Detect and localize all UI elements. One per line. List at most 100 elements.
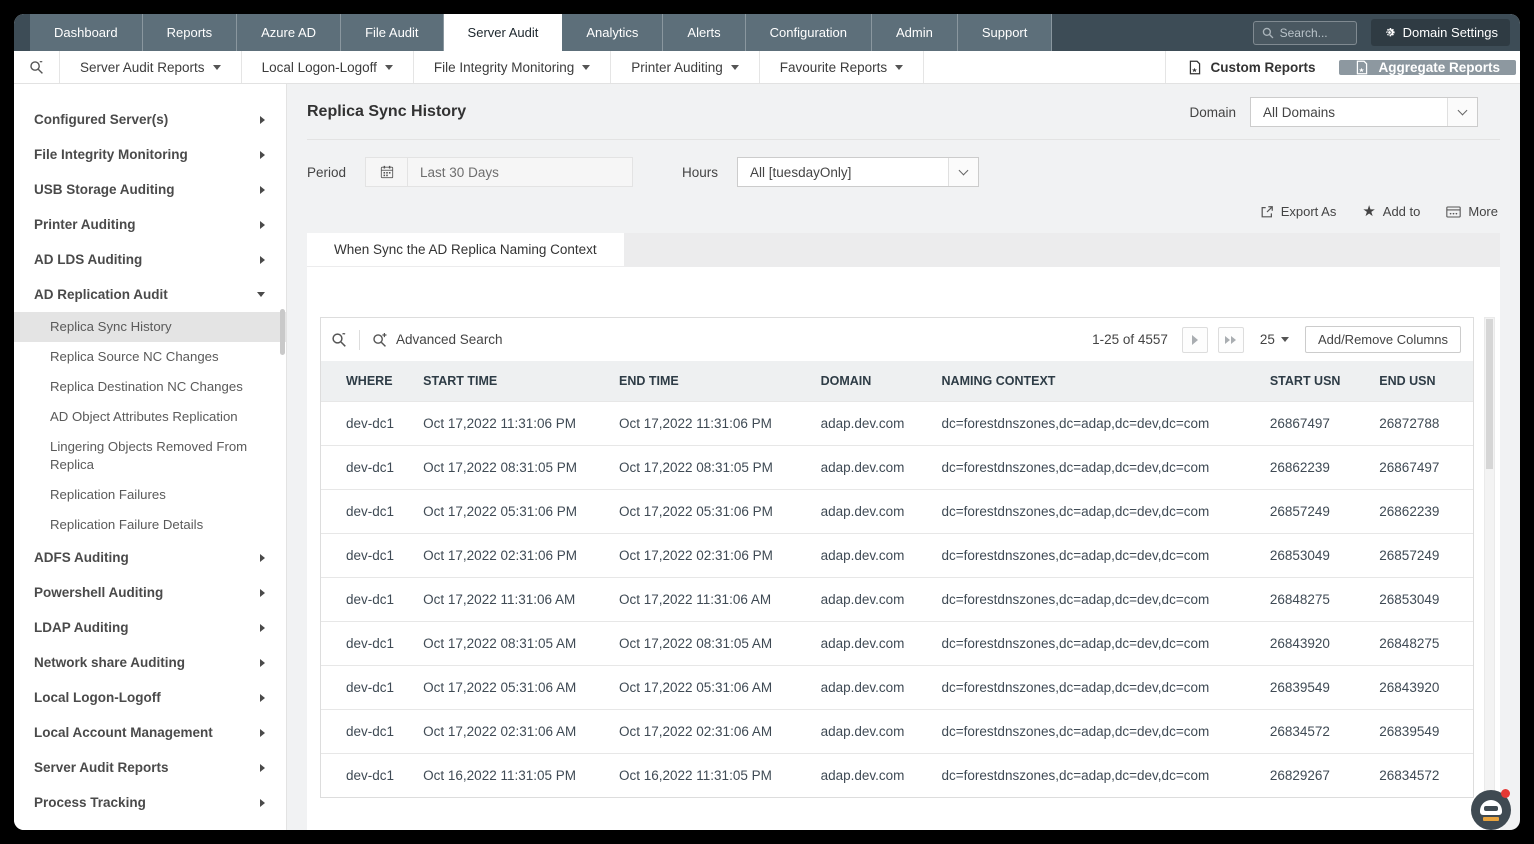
table-row[interactable]: dev-dc1Oct 16,2022 11:31:05 PMOct 16,202… (321, 754, 1473, 798)
sidebar-item-file-integrity-monitoring[interactable]: File Integrity Monitoring (14, 137, 286, 172)
nav-tab-configuration[interactable]: Configuration (746, 14, 872, 51)
table-row[interactable]: dev-dc1Oct 17,2022 02:31:06 PMOct 17,202… (321, 534, 1473, 578)
sidebar-subitem-ad-object-attributes-replication[interactable]: AD Object Attributes Replication (14, 402, 286, 432)
table-scrollbar[interactable] (1484, 317, 1495, 818)
sidebar-item-local-logon-logoff[interactable]: Local Logon-Logoff (14, 680, 286, 715)
hours-select-value: All [tuesdayOnly] (738, 165, 863, 180)
toolbar-menu-server-audit-reports[interactable]: Server Audit Reports (60, 51, 242, 83)
sidebar-item-ldap-auditing[interactable]: LDAP Auditing (14, 610, 286, 645)
nav-tab-dashboard[interactable]: Dashboard (30, 14, 143, 51)
nav-tab-file-audit[interactable]: File Audit (341, 14, 443, 51)
page-size-select[interactable]: 25 (1260, 332, 1289, 347)
nav-tab-azure-ad[interactable]: Azure AD (237, 14, 341, 51)
cell-end-usn: 26853049 (1369, 578, 1473, 622)
nav-tab-server-audit[interactable]: Server Audit (444, 14, 563, 51)
sidebar-item-ad-replication-audit[interactable]: AD Replication Audit (14, 277, 286, 312)
filter-row: Period Last 30 Days Hours All [tuesdayOn… (307, 157, 1500, 187)
sidebar-subitem-replica-destination-nc-changes[interactable]: Replica Destination NC Changes (14, 372, 286, 402)
sidebar-subitem-replication-failure-details[interactable]: Replication Failure Details (14, 510, 286, 540)
nav-tab-support[interactable]: Support (958, 14, 1053, 51)
toolbar-menu-printer-auditing[interactable]: Printer Auditing (611, 51, 760, 83)
sidebar-item-adfs-auditing[interactable]: ADFS Auditing (14, 540, 286, 575)
nav-tab-reports[interactable]: Reports (143, 14, 238, 51)
cell-start-usn: 26834572 (1260, 710, 1369, 754)
cell-where: dev-dc1 (321, 490, 413, 534)
table-row[interactable]: dev-dc1Oct 17,2022 08:31:05 PMOct 17,202… (321, 446, 1473, 490)
caret-right-icon (260, 729, 265, 737)
cell-end-time: Oct 16,2022 11:31:05 PM (609, 754, 811, 798)
last-page-button[interactable] (1218, 327, 1244, 353)
table-search-icon[interactable] (331, 332, 347, 348)
sidebar-item-usb-storage-auditing[interactable]: USB Storage Auditing (14, 172, 286, 207)
sidebar-scrollbar[interactable] (280, 309, 285, 355)
hours-select[interactable]: All [tuesdayOnly] (737, 157, 979, 187)
cell-naming-context: dc=forestdnszones,dc=adap,dc=dev,dc=com (932, 754, 1260, 798)
sidebar-item-label: AD Replication Audit (34, 286, 168, 303)
table-row[interactable]: dev-dc1Oct 17,2022 05:31:06 AMOct 17,202… (321, 666, 1473, 710)
chatbot-button[interactable] (1471, 790, 1511, 830)
aggregate-reports-button[interactable]: Aggregate Reports (1339, 60, 1516, 75)
table-row[interactable]: dev-dc1Oct 17,2022 02:31:06 AMOct 17,202… (321, 710, 1473, 754)
domain-select[interactable]: All Domains (1250, 97, 1478, 127)
add-remove-columns-button[interactable]: Add/Remove Columns (1305, 326, 1461, 353)
cell-domain: adap.dev.com (811, 754, 932, 798)
table-row[interactable]: dev-dc1Oct 17,2022 08:31:05 AMOct 17,202… (321, 622, 1473, 666)
more-button[interactable]: More (1446, 204, 1498, 219)
advanced-search-button[interactable]: Advanced Search (372, 332, 503, 348)
caret-right-icon (260, 186, 265, 194)
export-as-button[interactable]: Export As (1260, 204, 1337, 219)
aggregate-report-icon (1355, 60, 1369, 75)
custom-reports-button[interactable]: Custom Reports (1165, 51, 1337, 83)
global-search[interactable] (1253, 21, 1357, 45)
sidebar-subitem-replica-sync-history[interactable]: Replica Sync History (14, 312, 286, 342)
sidebar-item-ad-lds-auditing[interactable]: AD LDS Auditing (14, 242, 286, 277)
table-toolbar: Advanced Search 1-25 of 4557 25 Add/Re (321, 318, 1473, 361)
cell-start-usn: 26853049 (1260, 534, 1369, 578)
add-to-button[interactable]: ★ Add to (1362, 204, 1420, 219)
search-input[interactable] (1280, 26, 1348, 40)
column-header-start-usn[interactable]: START USN (1260, 361, 1369, 402)
report-search-button[interactable] (14, 51, 60, 83)
domain-settings-button[interactable]: Domain Settings (1371, 19, 1510, 46)
toolbar-menu-file-integrity-monitoring[interactable]: File Integrity Monitoring (414, 51, 611, 83)
caret-right-icon (260, 589, 265, 597)
sidebar-item-powershell-auditing[interactable]: Powershell Auditing (14, 575, 286, 610)
scrollbar-thumb[interactable] (1486, 319, 1493, 469)
nav-tab-alerts[interactable]: Alerts (663, 14, 745, 51)
sidebar-item-network-share-auditing[interactable]: Network share Auditing (14, 645, 286, 680)
sidebar-item-label: ADFS Auditing (34, 549, 129, 566)
column-header-where[interactable]: WHERE (321, 361, 413, 402)
more-icon (1446, 205, 1461, 219)
sidebar-subitem-replication-failures[interactable]: Replication Failures (14, 480, 286, 510)
toolbar-menu-label: Favourite Reports (780, 60, 887, 75)
next-page-button[interactable] (1182, 327, 1208, 353)
nav-tab-admin[interactable]: Admin (872, 14, 958, 51)
column-header-naming-context[interactable]: NAMING CONTEXT (932, 361, 1260, 402)
sidebar-item-configured-server-s[interactable]: Configured Server(s) (14, 102, 286, 137)
table-row[interactable]: dev-dc1Oct 17,2022 11:31:06 AMOct 17,202… (321, 578, 1473, 622)
toolbar-menu-favourite-reports[interactable]: Favourite Reports (760, 51, 924, 83)
column-header-domain[interactable]: DOMAIN (811, 361, 932, 402)
column-header-end-time[interactable]: END TIME (609, 361, 811, 402)
sidebar-subitem-replica-source-nc-changes[interactable]: Replica Source NC Changes (14, 342, 286, 372)
sidebar-item-label: AD LDS Auditing (34, 251, 142, 268)
sidebar-item-printer-auditing[interactable]: Printer Auditing (14, 207, 286, 242)
nav-tab-analytics[interactable]: Analytics (562, 14, 663, 51)
caret-right-icon (260, 116, 265, 124)
table-row[interactable]: dev-dc1Oct 17,2022 11:31:06 PMOct 17,202… (321, 402, 1473, 446)
cell-where: dev-dc1 (321, 578, 413, 622)
sidebar-item-process-tracking[interactable]: Process Tracking (14, 785, 286, 820)
sidebar-item-label: Network share Auditing (34, 654, 185, 671)
table-row[interactable]: dev-dc1Oct 17,2022 05:31:06 PMOct 17,202… (321, 490, 1473, 534)
sidebar-item-local-account-management[interactable]: Local Account Management (14, 715, 286, 750)
toolbar-menu-local-logon-logoff[interactable]: Local Logon-Logoff (242, 51, 414, 83)
sidebar-item-server-audit-reports[interactable]: Server Audit Reports (14, 750, 286, 785)
caret-right-icon (260, 659, 265, 667)
column-header-end-usn[interactable]: END USN (1369, 361, 1473, 402)
cell-end-usn: 26867497 (1369, 446, 1473, 490)
period-picker[interactable]: Last 30 Days (365, 157, 633, 187)
tab-when-sync-replica-naming-context[interactable]: When Sync the AD Replica Naming Context (307, 233, 624, 266)
hours-label: Hours (682, 165, 718, 180)
column-header-start-time[interactable]: START TIME (413, 361, 609, 402)
sidebar-subitem-lingering-objects-removed-from-replica[interactable]: Lingering Objects Removed From Replica (14, 432, 286, 480)
